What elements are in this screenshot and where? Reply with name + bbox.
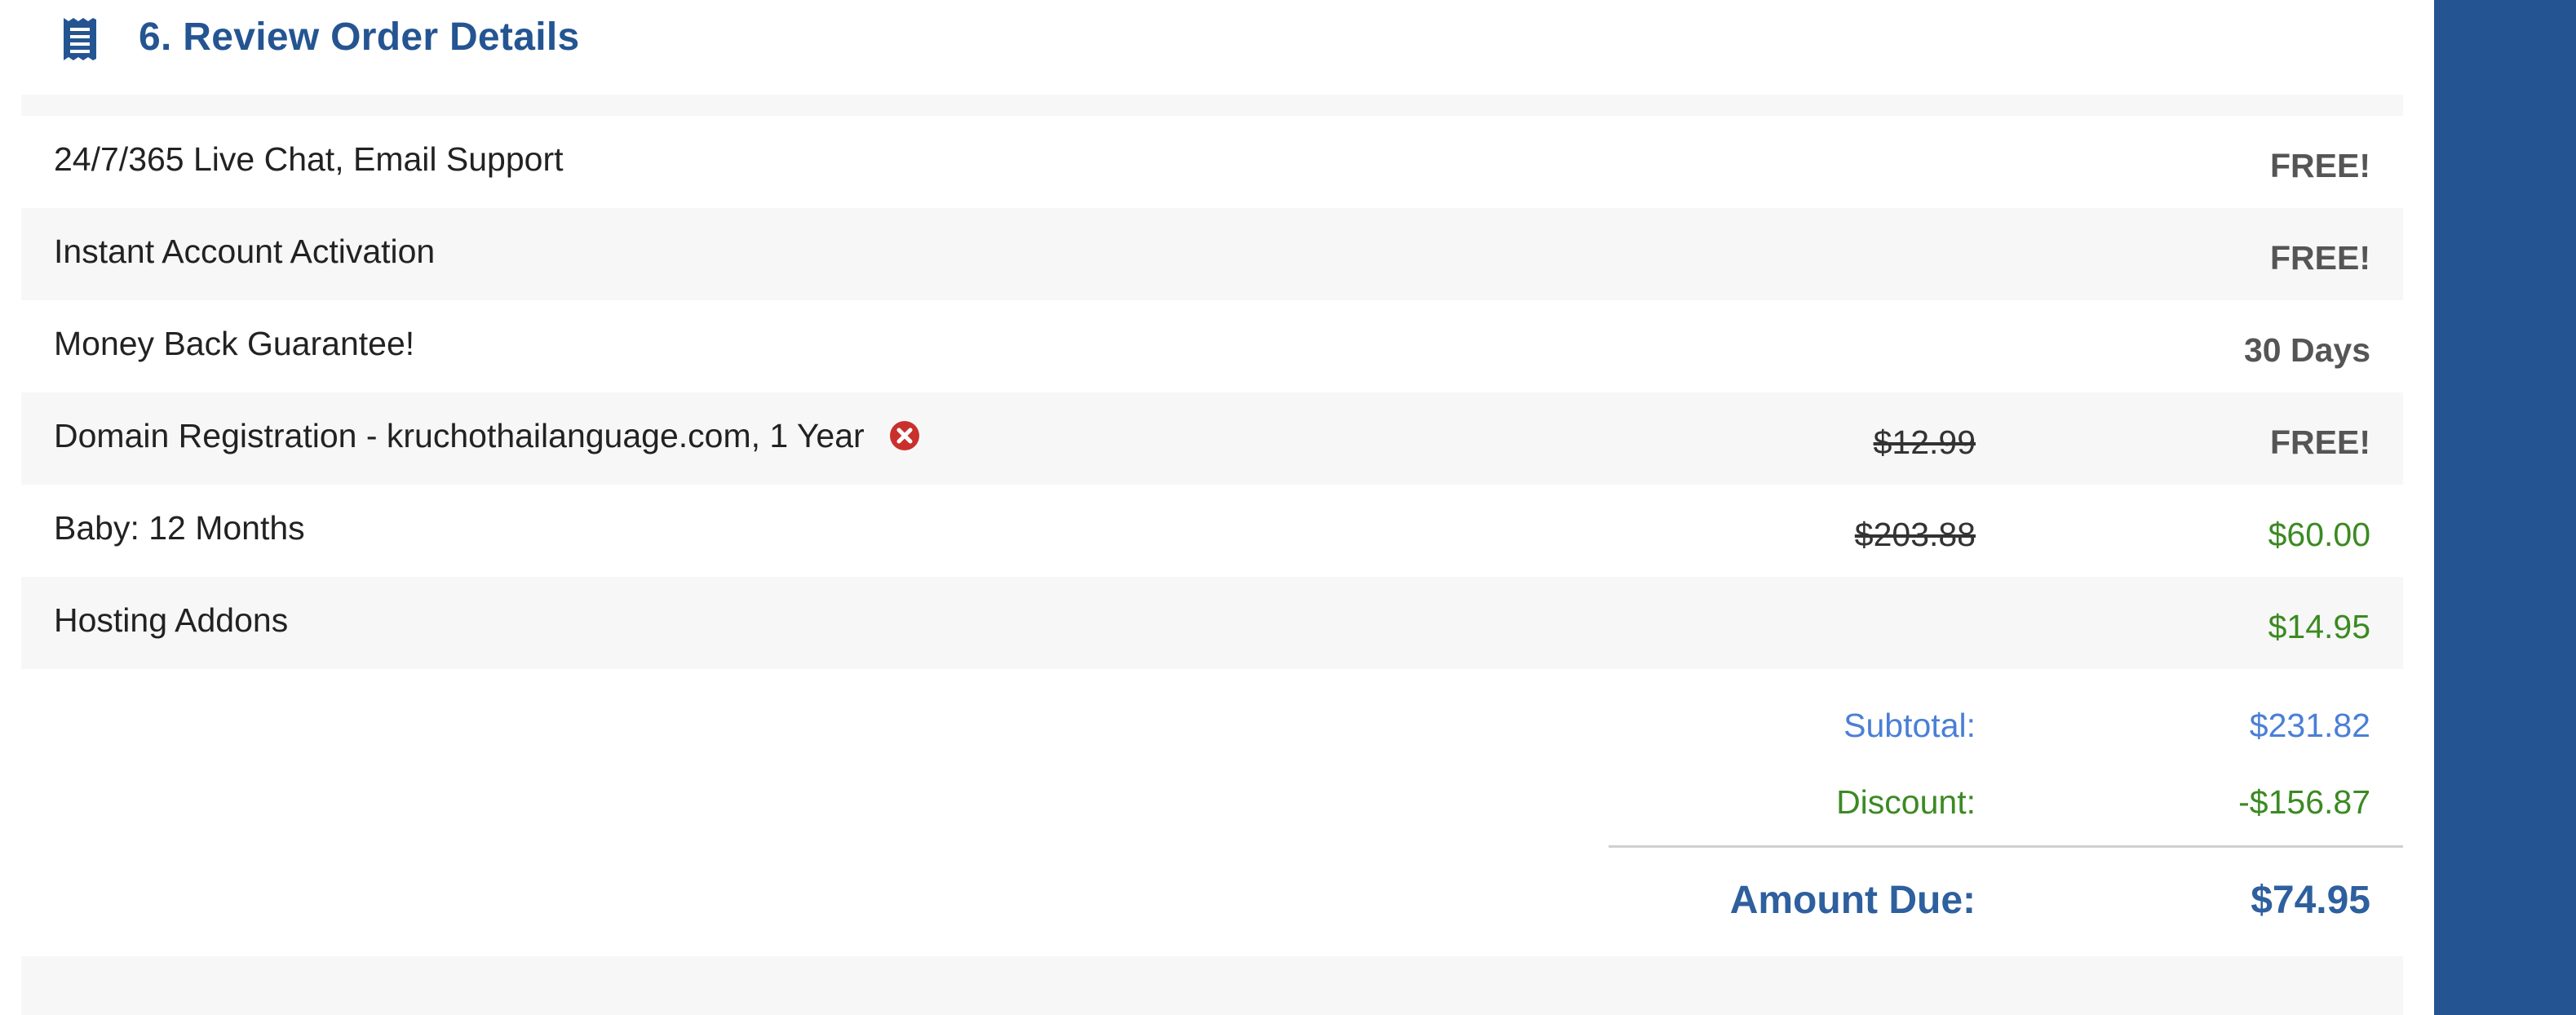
order-item-row: Domain Registration - kruchothailanguage… bbox=[21, 392, 2403, 485]
discount-value: -$156.87 bbox=[2238, 783, 2370, 821]
order-item-row: 24/7/365 Live Chat, Email Support FREE! bbox=[21, 116, 2403, 208]
order-item-label: Baby: 12 Months bbox=[54, 509, 305, 547]
order-item-row: Instant Account Activation FREE! bbox=[21, 208, 2403, 300]
table-top-band bbox=[21, 95, 2403, 116]
order-item-price: FREE! bbox=[2270, 147, 2370, 184]
subtotal-value: $231.82 bbox=[2249, 707, 2370, 744]
remove-domain-icon[interactable] bbox=[889, 420, 920, 451]
order-item-label: Instant Account Activation bbox=[54, 233, 436, 270]
order-items-table: 24/7/365 Live Chat, Email Support FREE! … bbox=[21, 95, 2403, 669]
receipt-icon bbox=[62, 16, 98, 62]
order-item-row: Baby: 12 Months $203.88 $60.00 bbox=[21, 485, 2403, 577]
order-item-label: Money Back Guarantee! bbox=[54, 325, 415, 362]
totals-divider bbox=[1609, 845, 2403, 848]
section-title: 6. Review Order Details bbox=[139, 16, 580, 59]
main-content: 6. Review Order Details 24/7/365 Live Ch… bbox=[0, 0, 2434, 1015]
order-item-price: 30 Days bbox=[2243, 331, 2370, 369]
amount-due-value: $74.95 bbox=[2251, 879, 2370, 922]
subtotal-label: Subtotal: bbox=[1843, 707, 1976, 744]
order-item-label-wrap: Domain Registration - kruchothailanguage… bbox=[54, 417, 920, 455]
order-item-row: Money Back Guarantee! 30 Days bbox=[21, 300, 2403, 392]
order-item-label: Domain Registration - kruchothailanguage… bbox=[54, 417, 865, 454]
discount-label: Discount: bbox=[1836, 783, 1976, 821]
order-item-label: Hosting Addons bbox=[54, 601, 289, 639]
order-item-price: $60.00 bbox=[2268, 516, 2370, 553]
order-item-old-price: $12.99 bbox=[1873, 423, 1976, 461]
order-item-price: FREE! bbox=[2270, 239, 2370, 277]
amount-due-label: Amount Due: bbox=[1729, 879, 1976, 922]
sidebar-panel bbox=[2434, 0, 2576, 1015]
order-item-old-price: $203.88 bbox=[1854, 516, 1976, 553]
order-item-price: $14.95 bbox=[2268, 608, 2370, 645]
table-bottom-band bbox=[21, 956, 2403, 1015]
order-item-price: FREE! bbox=[2270, 423, 2370, 461]
order-item-label: 24/7/365 Live Chat, Email Support bbox=[54, 140, 564, 178]
section-header: 6. Review Order Details bbox=[0, 0, 2434, 82]
order-totals: Subtotal: $231.82 Discount: -$156.87 Amo… bbox=[1609, 669, 2403, 938]
order-item-row: Hosting Addons $14.95 bbox=[21, 577, 2403, 669]
